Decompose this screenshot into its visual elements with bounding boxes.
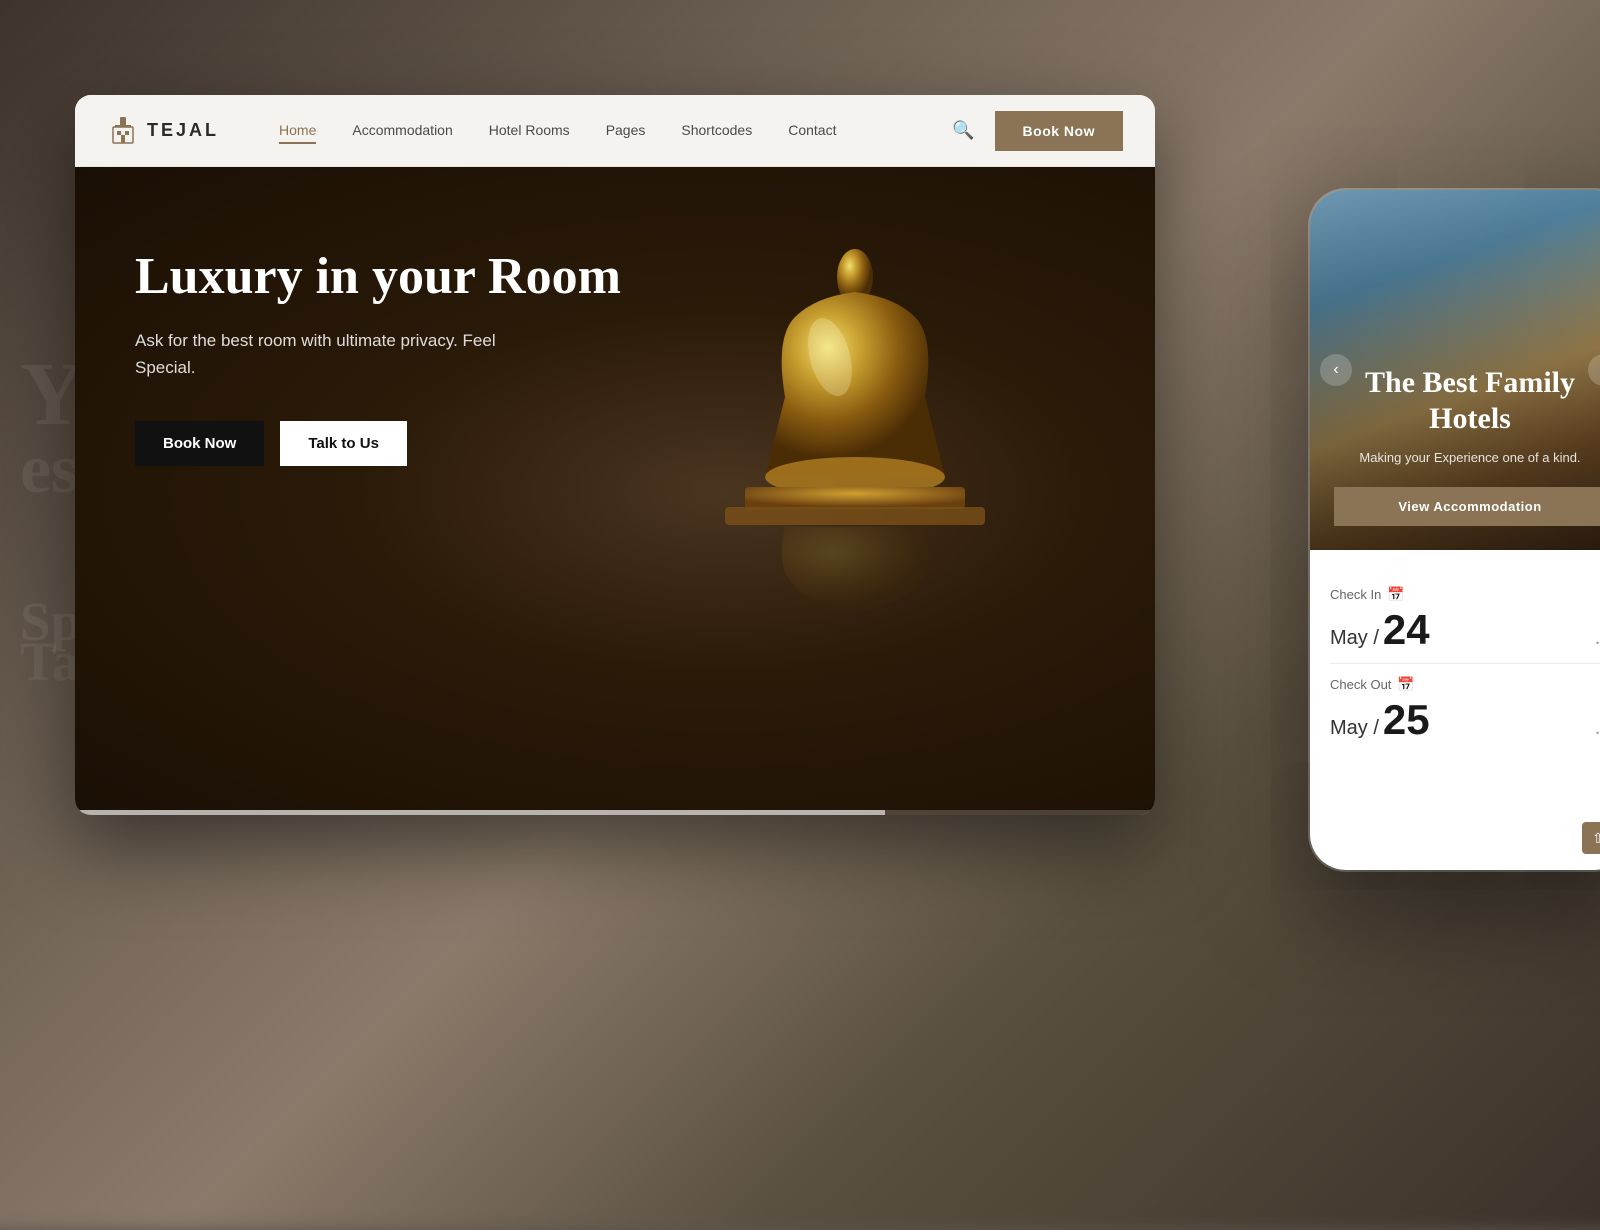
phone-hero-title: The Best Family Hotels	[1334, 365, 1600, 437]
phone-hero-subtitle: Making your Experience one of a kind.	[1334, 449, 1600, 467]
checkin-date: May / 24	[1330, 609, 1430, 651]
carousel-prev-button[interactable]: ‹	[1320, 354, 1352, 386]
checkout-row: Check Out 📅 May / 25 ...	[1330, 664, 1600, 753]
search-icon[interactable]: 🔍	[952, 120, 974, 141]
nav-shortcodes[interactable]: Shortcodes	[681, 122, 752, 140]
checkin-more-icon[interactable]: ...	[1595, 627, 1600, 650]
hero-title: Luxury in your Room	[135, 247, 655, 307]
hero-buttons: Book Now Talk to Us	[135, 421, 1095, 466]
checkin-month: May /	[1330, 627, 1379, 649]
phone-mockup: ‹ › The Best Family Hotels Making your E…	[1310, 190, 1600, 870]
nav-home[interactable]: Home	[279, 122, 316, 140]
checkout-value: May / 25 ...	[1330, 699, 1600, 741]
checkout-calendar-icon[interactable]: 📅	[1397, 676, 1414, 693]
logo[interactable]: TEJAL	[107, 115, 219, 147]
phone-hero-section: ‹ › The Best Family Hotels Making your E…	[1310, 190, 1600, 550]
hero-book-now-button[interactable]: Book Now	[135, 421, 264, 466]
view-accommodation-button[interactable]: View Accommodation	[1334, 487, 1600, 526]
checkout-date: May / 25	[1330, 699, 1430, 741]
nav-hotel-rooms[interactable]: Hotel Rooms	[489, 122, 570, 140]
nav-accommodation[interactable]: Accommodation	[352, 122, 452, 140]
checkout-more-icon[interactable]: ...	[1595, 717, 1600, 740]
checkin-row: Check In 📅 May / 24 ...	[1330, 574, 1600, 664]
browser-window: TEJAL Home Accommodation Hotel Rooms Pag…	[75, 95, 1155, 815]
checkout-label: Check Out 📅	[1330, 676, 1600, 693]
hero-subtitle: Ask for the best room with ultimate priv…	[135, 327, 555, 381]
phone-hero-content: The Best Family Hotels Making your Exper…	[1334, 365, 1600, 526]
hero-progress-bar	[75, 810, 1155, 815]
checkin-day: 24	[1383, 606, 1430, 653]
nav-contact[interactable]: Contact	[788, 122, 836, 140]
phone-booking-card: Check In 📅 May / 24 ... Check Out 📅 May …	[1310, 550, 1600, 777]
progress-fill	[75, 810, 885, 815]
hero-content: Luxury in your Room Ask for the best roo…	[75, 167, 1155, 546]
nav-links: Home Accommodation Hotel Rooms Pages Sho…	[279, 122, 952, 140]
navigation: TEJAL Home Accommodation Hotel Rooms Pag…	[75, 95, 1155, 167]
hero-talk-to-us-button[interactable]: Talk to Us	[280, 421, 407, 466]
logo-text: TEJAL	[147, 120, 219, 141]
hero-section: Luxury in your Room Ask for the best roo…	[75, 167, 1155, 815]
checkin-calendar-icon[interactable]: 📅	[1387, 586, 1404, 603]
checkout-day: 25	[1383, 696, 1430, 743]
nav-pages[interactable]: Pages	[606, 122, 646, 140]
checkout-month: May /	[1330, 717, 1379, 739]
checkin-label: Check In 📅	[1330, 586, 1600, 603]
nav-book-now-button[interactable]: Book Now	[995, 111, 1123, 151]
scroll-up-button[interactable]: ⇧	[1582, 822, 1600, 854]
checkin-value: May / 24 ...	[1330, 609, 1600, 651]
logo-icon	[107, 115, 139, 147]
